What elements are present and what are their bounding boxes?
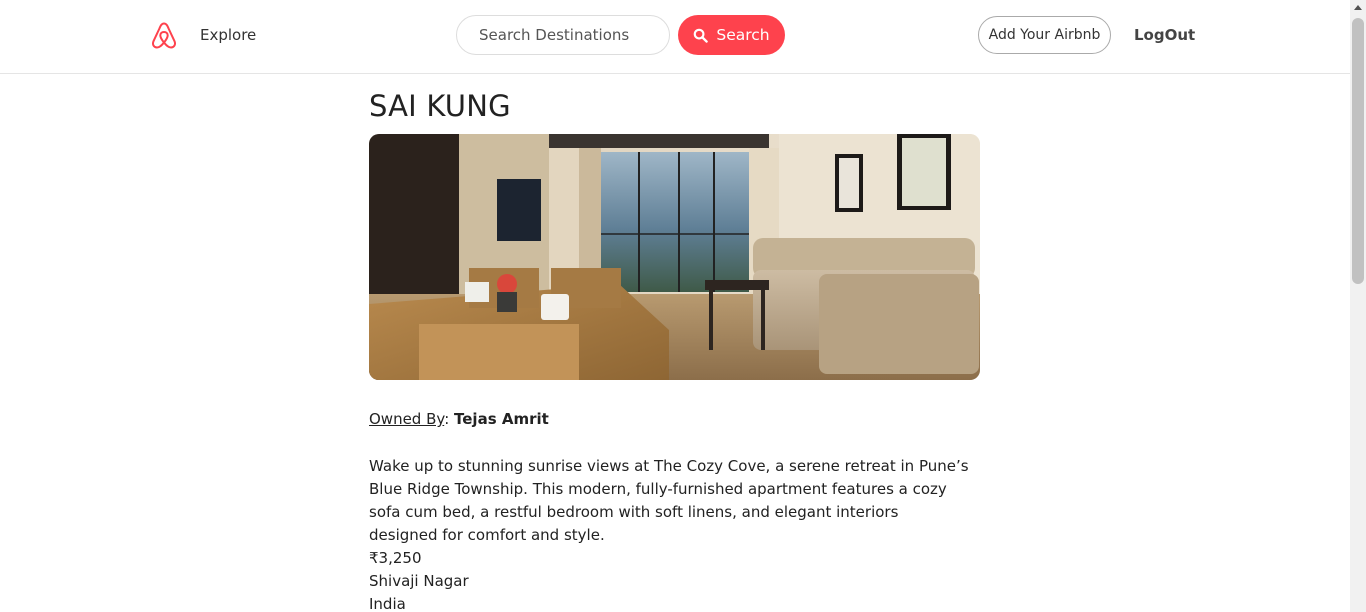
search-input[interactable] bbox=[456, 15, 670, 55]
listing-country: India bbox=[369, 595, 406, 612]
airbnb-logo-icon[interactable] bbox=[149, 20, 179, 50]
page-scrollbar[interactable] bbox=[1350, 0, 1366, 612]
scroll-thumb[interactable] bbox=[1352, 18, 1364, 284]
owner-line: Owned By: Tejas Amrit bbox=[369, 409, 980, 429]
listing-detail: SAI KUNG Owned By: Tejas Amrit Wake up t… bbox=[369, 86, 980, 612]
logout-link[interactable]: LogOut bbox=[1134, 26, 1195, 44]
nav-explore-link[interactable]: Explore bbox=[200, 26, 256, 44]
navbar: Explore Search Add Your Airbnb LogOut bbox=[0, 0, 1350, 74]
search-button[interactable]: Search bbox=[678, 15, 785, 55]
listing-photo bbox=[369, 134, 980, 380]
owner-name: Tejas Amrit bbox=[454, 410, 549, 428]
owner-separator: : bbox=[444, 410, 455, 428]
search-icon bbox=[694, 28, 709, 43]
listing-title: SAI KUNG bbox=[369, 89, 511, 123]
scroll-up-arrow-icon[interactable] bbox=[1354, 5, 1362, 10]
add-your-airbnb-button[interactable]: Add Your Airbnb bbox=[978, 16, 1111, 54]
listing-price: ₹3,250 bbox=[369, 549, 422, 567]
search-button-label: Search bbox=[716, 26, 770, 44]
listing-description: Wake up to stunning sunrise views at The… bbox=[369, 457, 969, 544]
listing-location: Shivaji Nagar bbox=[369, 572, 469, 590]
owner-label: Owned By bbox=[369, 410, 445, 428]
